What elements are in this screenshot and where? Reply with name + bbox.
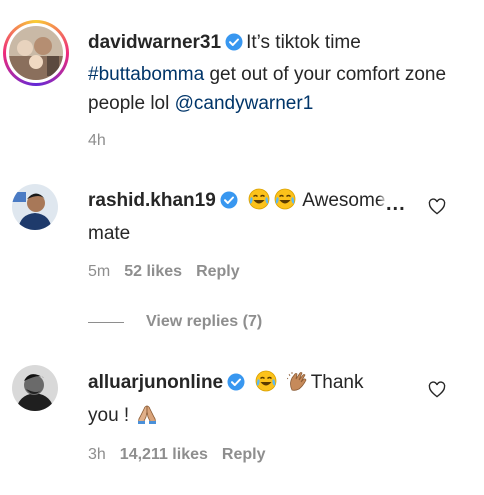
hashtag-link[interactable]: #buttabomma [88, 64, 204, 85]
story-ring[interactable] [3, 20, 69, 86]
comment-likes[interactable]: 14,211 likes [120, 446, 208, 463]
comment-time[interactable]: 5m [88, 263, 110, 280]
verified-badge-icon [220, 189, 238, 218]
clapping-hands-icon [286, 370, 309, 401]
comment-rashid: rashid.khan19 Awesome mate [88, 186, 428, 248]
view-replies-divider [88, 322, 124, 323]
more-options-button[interactable]: ... [386, 193, 406, 216]
comment-text-line2: you ! [88, 405, 130, 426]
avatar-rashid-khan19[interactable] [12, 184, 58, 230]
view-replies-button[interactable]: View replies (7) [146, 313, 262, 331]
face-with-tears-of-joy-icon [255, 370, 277, 401]
comment-meta: 5m 52 likes Reply [88, 262, 240, 282]
avatar-davidwarner31[interactable] [9, 26, 63, 80]
comment-time[interactable]: 3h [88, 446, 106, 463]
comment-likes[interactable]: 52 likes [124, 263, 182, 280]
heart-icon[interactable] [428, 198, 446, 220]
heart-icon[interactable] [428, 381, 446, 403]
reply-button[interactable]: Reply [222, 446, 266, 463]
verified-badge-icon [225, 31, 243, 60]
post-caption: davidwarner31 It’s tiktok time #buttabomm… [88, 28, 468, 118]
comment-username[interactable]: rashid.khan19 [88, 190, 216, 211]
face-with-tears-of-joy-icon [274, 188, 296, 219]
avatar-alluarjunonline[interactable] [12, 365, 58, 411]
verified-badge-icon [227, 371, 245, 400]
folded-hands-icon [136, 403, 158, 434]
mention-link[interactable]: @candywarner1 [175, 93, 314, 114]
reply-button[interactable]: Reply [196, 263, 240, 280]
caption-text: It’s tiktok time [246, 32, 361, 53]
comment-alluarjun: alluarjunonline Thank you ! [88, 368, 428, 434]
post-time[interactable]: 4h [88, 131, 106, 151]
comment-meta: 3h 14,211 likes Reply [88, 445, 265, 465]
comment-text: Thank [310, 372, 364, 393]
comment-username[interactable]: alluarjunonline [88, 372, 223, 393]
post-username[interactable]: davidwarner31 [88, 32, 221, 53]
face-with-tears-of-joy-icon [248, 188, 270, 219]
comment-text: Awesome [302, 190, 386, 211]
comment-text-line2: mate [88, 223, 131, 244]
